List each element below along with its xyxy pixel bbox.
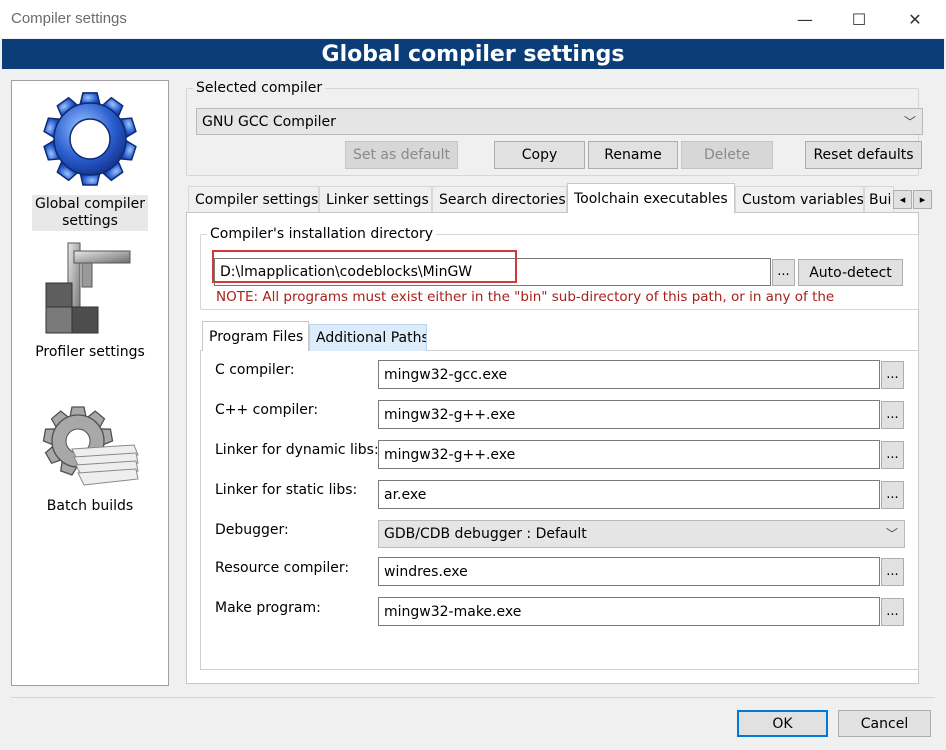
nav-label: Batch builds (46, 498, 134, 514)
nav-label: Profiler settings (35, 344, 145, 360)
c-compiler-label: C compiler: (215, 362, 295, 378)
tab-linker-settings[interactable]: Linker settings (319, 186, 432, 213)
compiler-select-value: GNU GCC Compiler (202, 113, 336, 130)
install-dir-note: NOTE: All programs must exist either in … (216, 289, 835, 305)
caliper-icon (45, 242, 131, 334)
cancel-button[interactable]: Cancel (838, 710, 931, 737)
compiler-select[interactable]: GNU GCC Compiler ﹀ (196, 108, 923, 135)
tab-toolchain-executables[interactable]: Toolchain executables (567, 183, 735, 213)
nav-label-line1: Global compiler (34, 196, 146, 212)
debugger-select-value: GDB/CDB debugger : Default (384, 526, 587, 542)
resource-compiler-browse-button[interactable]: ... (881, 558, 904, 586)
group-label: Selected compiler (196, 80, 323, 96)
resource-compiler-input[interactable]: windres.exe (378, 557, 880, 586)
browse-button[interactable]: ... (772, 259, 795, 286)
tab-compiler-settings[interactable]: Compiler settings (188, 186, 319, 213)
make-program-input[interactable]: mingw32-make.exe (378, 597, 880, 626)
ok-button[interactable]: OK (737, 710, 828, 737)
debugger-select[interactable]: GDB/CDB debugger : Default ﹀ (378, 520, 905, 548)
debugger-label: Debugger: (215, 522, 289, 538)
delete-button[interactable]: Delete (681, 141, 773, 169)
cpp-compiler-browse-button[interactable]: ... (881, 401, 904, 429)
nav-label-line2: settings (62, 213, 118, 229)
resource-compiler-label: Resource compiler: (215, 560, 350, 576)
dynamic-linker-label: Linker for dynamic libs: (215, 442, 379, 458)
maximize-button[interactable]: ☐ (834, 0, 884, 38)
gear-stack-icon (42, 406, 139, 486)
dynamic-linker-input[interactable]: mingw32-g++.exe (378, 440, 880, 469)
tab-scroll-left-button[interactable]: ◂ (893, 190, 912, 209)
chevron-down-icon: ﹀ (903, 115, 916, 129)
c-compiler-browse-button[interactable]: ... (881, 361, 904, 389)
tab-custom-variables[interactable]: Custom variables (735, 186, 864, 213)
minimize-button[interactable]: — (780, 0, 830, 38)
nav-item-batch-builds[interactable]: Batch builds (12, 405, 168, 516)
nav-item-global-compiler[interactable]: Global compiler settings (12, 87, 168, 231)
close-button[interactable]: ✕ (890, 0, 940, 38)
group-label: Compiler's installation directory (210, 226, 433, 242)
page-title: Global compiler settings (2, 39, 944, 69)
category-list: Global compiler settings Profiler settin… (11, 80, 169, 686)
reset-defaults-button[interactable]: Reset defaults (805, 141, 922, 169)
set-default-button[interactable]: Set as default (345, 141, 458, 169)
chevron-down-icon: ﹀ (885, 527, 898, 541)
footer-divider (11, 697, 935, 698)
copy-button[interactable]: Copy (494, 141, 585, 169)
tab-additional-paths[interactable]: Additional Paths (309, 324, 427, 351)
rename-button[interactable]: Rename (588, 141, 678, 169)
make-program-label: Make program: (215, 600, 321, 616)
install-dir-input[interactable]: D:\lmapplication\codeblocks\MinGW (214, 258, 771, 286)
tab-build-options[interactable]: Bui (864, 186, 894, 213)
tab-program-files[interactable]: Program Files (202, 321, 309, 351)
nav-item-profiler[interactable]: Profiler settings (12, 237, 168, 362)
dynamic-linker-browse-button[interactable]: ... (881, 441, 904, 469)
static-linker-browse-button[interactable]: ... (881, 481, 904, 509)
gear-icon (43, 92, 137, 186)
static-linker-label: Linker for static libs: (215, 482, 358, 498)
tab-scroll-right-button[interactable]: ▸ (913, 190, 932, 209)
cpp-compiler-input[interactable]: mingw32-g++.exe (378, 400, 880, 429)
auto-detect-button[interactable]: Auto-detect (798, 259, 903, 286)
cpp-compiler-label: C++ compiler: (215, 402, 319, 418)
c-compiler-input[interactable]: mingw32-gcc.exe (378, 360, 880, 389)
make-program-browse-button[interactable]: ... (881, 598, 904, 626)
tab-search-directories[interactable]: Search directories (432, 186, 567, 213)
window-title: Compiler settings (11, 10, 127, 27)
static-linker-input[interactable]: ar.exe (378, 480, 880, 509)
